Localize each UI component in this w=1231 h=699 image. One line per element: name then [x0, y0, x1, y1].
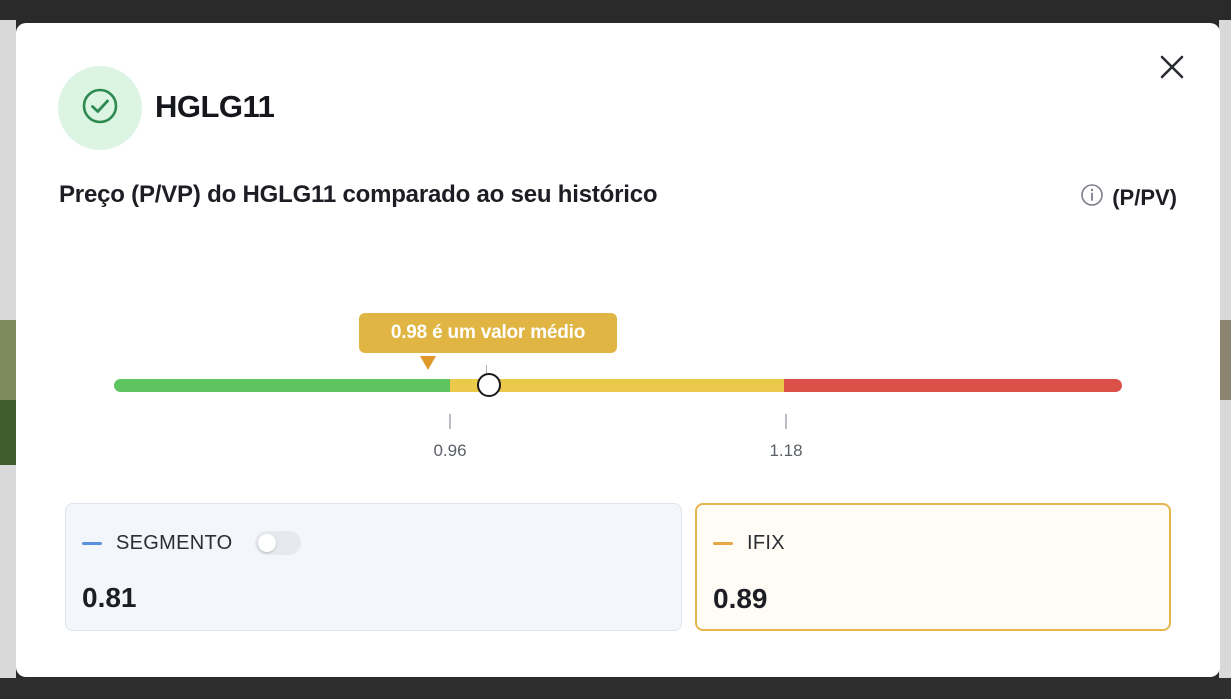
- section-title: Preço (P/VP) do HGLG11 comparado ao seu …: [59, 181, 658, 208]
- background-overlay: [0, 678, 1231, 699]
- pvp-comparison-modal: HGLG11 Preço (P/VP) do HGLG11 comparado …: [16, 23, 1220, 677]
- valuation-tooltip: 0.98 é um valor médio: [359, 313, 617, 353]
- ifix-label: IFIX: [747, 532, 785, 554]
- threshold-label-low: 0.96: [433, 441, 467, 460]
- background-row: [1219, 320, 1231, 400]
- metric-label: (P/PV): [1112, 184, 1177, 210]
- threshold-label-high: 1.18: [769, 441, 803, 460]
- current-value-marker: [477, 373, 501, 397]
- tooltip-pointer: [420, 356, 436, 370]
- threshold-tick-high: [785, 414, 787, 429]
- metric-tag: (P/PV): [1080, 183, 1177, 212]
- close-icon[interactable]: [1159, 54, 1185, 85]
- check-circle-icon: [81, 87, 119, 130]
- ifix-card: IFIX 0.89: [695, 503, 1171, 631]
- asset-status-badge: [58, 66, 142, 150]
- info-icon[interactable]: [1080, 183, 1104, 212]
- ifix-legend-dash: [713, 542, 733, 545]
- segment-legend-dash: [82, 541, 102, 545]
- segment-toggle[interactable]: [254, 531, 301, 555]
- asset-ticker-title: HGLG11: [155, 89, 275, 124]
- scale-segment-low: [114, 379, 454, 392]
- scale-segment-high: [784, 379, 1122, 392]
- background-row: [0, 320, 16, 400]
- close-button[interactable]: [1156, 53, 1188, 85]
- segment-label: SEGMENTO: [116, 531, 233, 554]
- background-page-left: [0, 20, 16, 680]
- background-page-right: [1219, 20, 1231, 680]
- threshold-tick-low: [449, 414, 451, 429]
- background-row: [0, 400, 16, 465]
- segment-value: 0.81: [82, 582, 137, 613]
- segment-card: SEGMENTO 0.81: [65, 503, 682, 631]
- toggle-knob: [257, 534, 276, 552]
- ifix-value: 0.89: [713, 583, 768, 614]
